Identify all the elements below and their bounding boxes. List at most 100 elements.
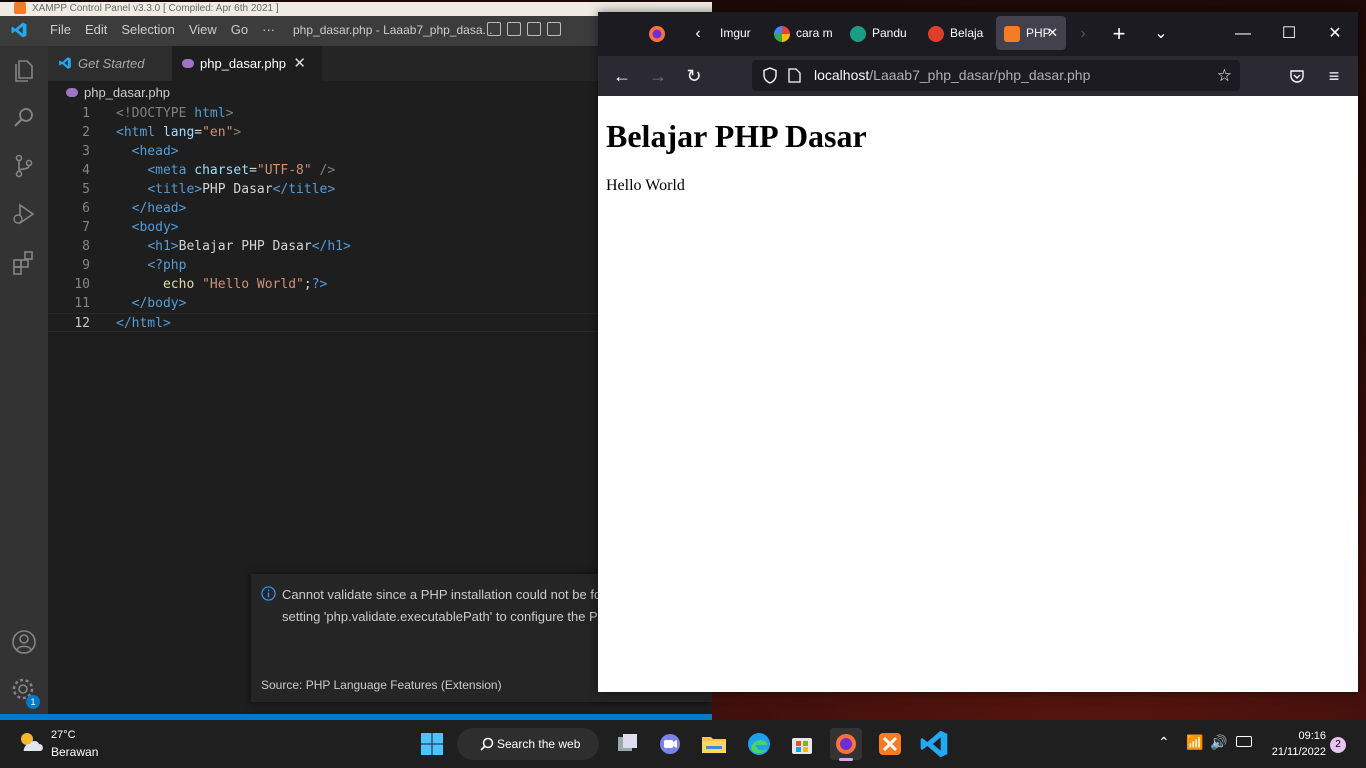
firefox-taskbar-button[interactable]: [830, 728, 862, 761]
google-icon: [774, 25, 790, 42]
page-icon: [788, 68, 801, 83]
firefox-tab-bar: ‹ Imgur cara m Pandu Belaja PHP ✕ › + ⌄ —…: [598, 12, 1358, 56]
search-icon[interactable]: [10, 104, 38, 132]
accounts-icon[interactable]: [10, 628, 38, 656]
close-tab-icon[interactable]: ✕: [293, 46, 306, 81]
edge-button[interactable]: [743, 728, 775, 760]
explorer-icon[interactable]: [10, 56, 38, 84]
notification-center-badge[interactable]: 2: [1330, 737, 1346, 753]
token: "Hello World": [202, 277, 304, 292]
show-hidden-icons-button[interactable]: ⌃: [1158, 734, 1170, 751]
extensions-icon[interactable]: [10, 248, 38, 276]
battery-icon[interactable]: [1236, 736, 1252, 747]
tab-get-started[interactable]: Get Started: [48, 46, 172, 81]
folder-icon: [702, 737, 726, 753]
back-button[interactable]: ←: [612, 66, 632, 86]
token: </h1>: [311, 239, 351, 254]
firefox-nav-bar: ← → ↻ localhost/Laaab7_php_dasar/php_das…: [598, 56, 1358, 96]
url-bar[interactable]: localhost/Laaab7_php_dasar/php_dasar.php…: [752, 60, 1240, 91]
vscode-icon: [920, 730, 948, 758]
tab-list-back-icon[interactable]: ‹: [676, 12, 720, 56]
active-indicator: [839, 758, 853, 761]
token: "UTF-8": [256, 163, 312, 178]
system-clock[interactable]: 09:16 21/11/2022: [1262, 728, 1326, 760]
url-path: /Laaab7_php_dasar/php_dasar.php: [869, 67, 1091, 83]
tab-belajar[interactable]: Belaja: [928, 16, 984, 50]
file-explorer-button[interactable]: [698, 728, 730, 760]
line-number: 11: [74, 296, 90, 311]
token: </html>: [116, 316, 171, 331]
xampp-taskbar-button[interactable]: [874, 728, 906, 760]
tab-label: php_dasar.php: [200, 56, 287, 71]
store-icon: [792, 738, 812, 754]
line-number: 8: [82, 239, 90, 254]
forward-button[interactable]: →: [648, 66, 668, 86]
token: PHP Dasar: [202, 182, 273, 197]
token: <h1>: [147, 239, 179, 254]
tab-label: Get Started: [78, 56, 145, 71]
close-window-button[interactable]: ✕: [1312, 12, 1358, 56]
source-control-icon[interactable]: [10, 152, 38, 180]
breadcrumb[interactable]: php_dasar.php: [66, 82, 170, 104]
minimize-button[interactable]: —: [1220, 12, 1266, 56]
line-number: 12: [74, 316, 90, 331]
php-elephant-icon: [182, 59, 194, 68]
tab-google[interactable]: cara m: [774, 16, 832, 50]
line-number: 6: [82, 201, 90, 216]
vscode-taskbar-button[interactable]: [918, 728, 950, 760]
line-number: 1: [82, 106, 90, 121]
weather-condition: Berawan: [51, 745, 99, 759]
xampp-icon: [14, 2, 26, 15]
tab-imgur[interactable]: Imgur: [720, 16, 760, 50]
teams-chat-button[interactable]: [654, 728, 686, 760]
maximize-button[interactable]: ☐: [1266, 12, 1312, 56]
token: <title>: [147, 182, 203, 197]
token: <html: [116, 125, 156, 140]
token: <!DOCTYPE: [116, 106, 187, 121]
line-number: 5: [82, 182, 90, 197]
web-page-content: Belajar PHP Dasar Hello World: [598, 96, 1358, 692]
firefox-logo-icon[interactable]: [648, 25, 666, 43]
bookmark-star-icon[interactable]: ☆: [1217, 60, 1232, 91]
tab-pandu[interactable]: Pandu: [850, 16, 910, 50]
volume-icon[interactable]: 🔊: [1210, 734, 1227, 751]
shield-icon[interactable]: [762, 67, 778, 84]
wifi-icon[interactable]: 📶: [1186, 734, 1203, 751]
start-button[interactable]: [416, 728, 448, 760]
token: lang: [162, 125, 195, 140]
weather-widget[interactable]: 27°C Berawan: [16, 729, 98, 760]
vscode-titlebar-overlay: [0, 14, 598, 46]
task-view-button[interactable]: [612, 728, 644, 760]
page-heading: Belajar PHP Dasar: [606, 118, 867, 154]
search-icon: [480, 737, 494, 751]
close-tab-icon[interactable]: ✕: [1047, 16, 1058, 50]
token: <?php: [147, 258, 187, 273]
line-number: 2: [82, 125, 90, 140]
list-all-tabs-icon[interactable]: ⌄: [1138, 12, 1184, 56]
line-number: 10: [74, 277, 90, 292]
tab-php[interactable]: PHP ✕: [996, 16, 1066, 50]
info-icon: [261, 586, 276, 601]
reload-button[interactable]: ↻: [684, 66, 704, 86]
weather-cloud-sun-icon: [21, 733, 43, 751]
vscode-tab-icon: [59, 57, 71, 69]
page-text: Hello World: [606, 177, 685, 194]
new-tab-button[interactable]: +: [1096, 12, 1142, 56]
hamburger-menu-icon[interactable]: ≡: [1324, 66, 1344, 86]
breadcrumb-file: php_dasar.php: [84, 85, 171, 100]
xampp-icon: [1004, 25, 1020, 42]
run-debug-icon[interactable]: [10, 200, 38, 228]
microsoft-store-button[interactable]: [786, 728, 818, 760]
belajar-icon: [928, 25, 944, 42]
taskbar-search[interactable]: Search the web: [457, 728, 599, 760]
token: </head>: [131, 201, 187, 216]
task-view-icon: [618, 734, 637, 751]
firefox-icon: [836, 734, 856, 754]
token: Belajar PHP Dasar: [178, 239, 312, 254]
token: <head>: [131, 144, 179, 159]
tab-label: Belaja: [950, 26, 984, 40]
windows-logo-icon: [421, 733, 443, 755]
tab-php-dasar[interactable]: php_dasar.php ✕: [172, 46, 322, 81]
pocket-icon[interactable]: [1289, 68, 1305, 84]
token: "en": [202, 125, 234, 140]
